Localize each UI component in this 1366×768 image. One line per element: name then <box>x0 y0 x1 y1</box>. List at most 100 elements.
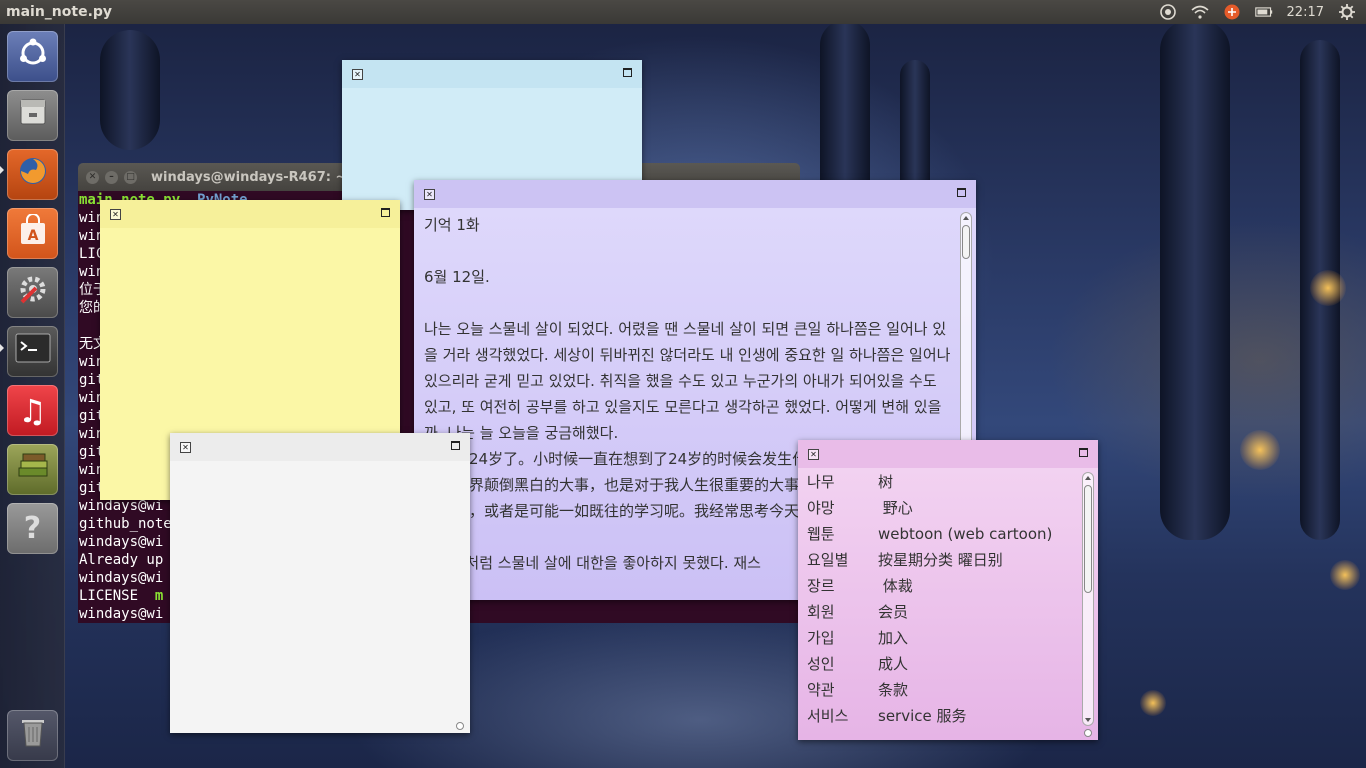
ubuntu-logo-icon <box>16 36 50 77</box>
input-method-icon[interactable] <box>1223 4 1241 20</box>
vocab-row: 성인 成人 <box>798 651 1098 677</box>
wifi-icon[interactable] <box>1191 4 1209 20</box>
note-titlebar[interactable]: ✕ <box>342 60 642 88</box>
launcher-firefox[interactable] <box>7 149 58 200</box>
resize-grip[interactable] <box>1084 729 1092 737</box>
vocab-korean: 나무 <box>807 473 835 491</box>
note-titlebar[interactable]: ✕ <box>100 200 400 228</box>
maximize-icon[interactable] <box>623 68 632 77</box>
vocab-korean: 야망 <box>807 499 835 517</box>
launcher-music[interactable]: ♫ <box>7 385 58 436</box>
close-icon[interactable]: ✕ <box>352 69 363 80</box>
maximize-icon[interactable] <box>1079 448 1088 457</box>
close-icon[interactable]: ✕ <box>424 189 435 200</box>
vocab-row: 장르 体裁 <box>798 573 1098 599</box>
note-vocab[interactable]: ✕ 나무 树 야망 野心 웹툰 webtoon (web cartoon) 요일별 按星期分… <box>798 440 1098 740</box>
app-title: main_note.py <box>6 4 113 20</box>
wallpaper-glow <box>1310 270 1346 306</box>
scroll-thumb[interactable] <box>962 225 970 259</box>
note-white[interactable]: ✕ <box>170 433 470 733</box>
vocab-translation: webtoon (web cartoon) <box>878 525 1053 543</box>
launcher-files[interactable] <box>7 90 58 141</box>
scroll-up-icon[interactable] <box>963 216 969 220</box>
note-titlebar[interactable]: ✕ <box>414 180 976 208</box>
close-icon[interactable]: ✕ <box>180 442 191 453</box>
terminal-icon <box>15 333 51 370</box>
wallpaper-glow <box>1240 430 1280 470</box>
chrome-icon[interactable] <box>1159 4 1177 20</box>
music-note-icon: ♫ <box>18 391 47 430</box>
launcher-software-center[interactable]: A <box>7 208 58 259</box>
launcher-terminal[interactable] <box>7 326 58 377</box>
vocab-row: 웹툰 webtoon (web cartoon) <box>798 521 1098 547</box>
trash-icon <box>18 715 48 756</box>
maximize-icon[interactable] <box>957 188 966 197</box>
scroll-up-icon[interactable] <box>1085 476 1091 480</box>
vocab-korean: 장르 <box>807 577 835 595</box>
note-titlebar[interactable]: ✕ <box>170 433 470 461</box>
vocab-korean: 요일별 <box>807 551 849 569</box>
terminal-title: windays@windays-R467: ~/ <box>151 169 352 185</box>
terminal-line-text: Already up <box>79 552 164 568</box>
running-indicator <box>0 344 4 352</box>
file-cabinet-icon <box>17 96 49 135</box>
vocab-translation: 会员 <box>878 603 909 621</box>
terminal-line-text: windays@wi <box>79 606 164 622</box>
vocab-translation: service 服务 <box>878 707 967 725</box>
vocab-row: 약관 条款 <box>798 677 1098 703</box>
vocab-row: 가입 加入 <box>798 625 1098 651</box>
maximize-icon[interactable]: □ <box>124 170 137 184</box>
close-icon[interactable]: ✕ <box>110 209 121 220</box>
firefox-icon <box>16 154 50 195</box>
maximize-icon[interactable] <box>381 208 390 217</box>
vocab-korean: 성인 <box>807 655 835 673</box>
launcher-books[interactable] <box>7 444 58 495</box>
wrench-gear-icon <box>16 272 50 313</box>
diary-paragraph: 나는 오늘 스물네 살이 되었다. 어렸을 땐 스물네 살이 되면 큰일 하나쯤… <box>424 320 951 442</box>
unity-launcher: A ♫ ? <box>0 24 65 768</box>
vocab-translation: 加入 <box>878 629 909 647</box>
terminal-line-text: windays@wi <box>79 570 164 586</box>
scroll-down-icon[interactable] <box>1085 718 1091 722</box>
clock[interactable]: 22:17 <box>1287 5 1324 20</box>
terminal-line-text: m <box>154 588 164 604</box>
vocab-korean: 약관 <box>807 681 835 699</box>
vocab-translation: 树 <box>878 473 894 491</box>
question-mark-icon: ? <box>23 511 42 546</box>
close-icon[interactable]: ✕ <box>86 170 99 184</box>
battery-icon[interactable] <box>1254 4 1273 20</box>
terminal-line-text: windays@wi <box>79 534 164 550</box>
settings-gear-icon[interactable] <box>1338 4 1356 20</box>
launcher-trash[interactable] <box>7 710 58 761</box>
close-icon[interactable]: ✕ <box>808 449 819 460</box>
vocab-translation: 成人 <box>878 655 909 673</box>
diary-date: 6월 12일. <box>424 268 490 286</box>
launcher-system-settings[interactable] <box>7 267 58 318</box>
vocab-row: 요일별 按星期分类 曜日别 <box>798 547 1098 573</box>
shopping-bag-icon: A <box>18 213 48 253</box>
vocab-korean: 웹툰 <box>807 525 835 543</box>
vocab-list[interactable]: 나무 树 야망 野心 웹툰 webtoon (web cartoon) 요일별 按星期分类 … <box>798 468 1098 729</box>
vocab-row: 야망 野心 <box>798 495 1098 521</box>
terminal-line-text: windays@wi <box>79 498 164 514</box>
launcher-ubuntu-dash[interactable] <box>7 31 58 82</box>
diary-heading: 기억 1화 <box>424 216 480 234</box>
vocab-korean: 가입 <box>807 629 835 647</box>
vocab-translation: 体裁 <box>878 577 913 595</box>
launcher-help[interactable]: ? <box>7 503 58 554</box>
wallpaper-glow <box>1330 560 1360 590</box>
scrollbar[interactable] <box>1082 472 1094 726</box>
vocab-translation: 按星期分类 曜日别 <box>878 551 1003 569</box>
running-indicator <box>0 166 4 174</box>
vocab-row: 서비스 service 服务 <box>798 703 1098 729</box>
resize-grip[interactable] <box>456 722 464 730</box>
note-vocab-body[interactable]: 나무 树 야망 野心 웹툰 webtoon (web cartoon) 요일별 按星期分类 … <box>798 468 1098 740</box>
scroll-thumb[interactable] <box>1084 485 1092 593</box>
wallpaper-tree <box>1160 20 1230 540</box>
vocab-row: 회원 会员 <box>798 599 1098 625</box>
vocab-row: 나무 树 <box>798 469 1098 495</box>
indicator-area: 22:17 <box>1159 4 1366 20</box>
note-titlebar[interactable]: ✕ <box>798 440 1098 468</box>
minimize-icon[interactable]: – <box>105 170 118 184</box>
maximize-icon[interactable] <box>451 441 460 450</box>
